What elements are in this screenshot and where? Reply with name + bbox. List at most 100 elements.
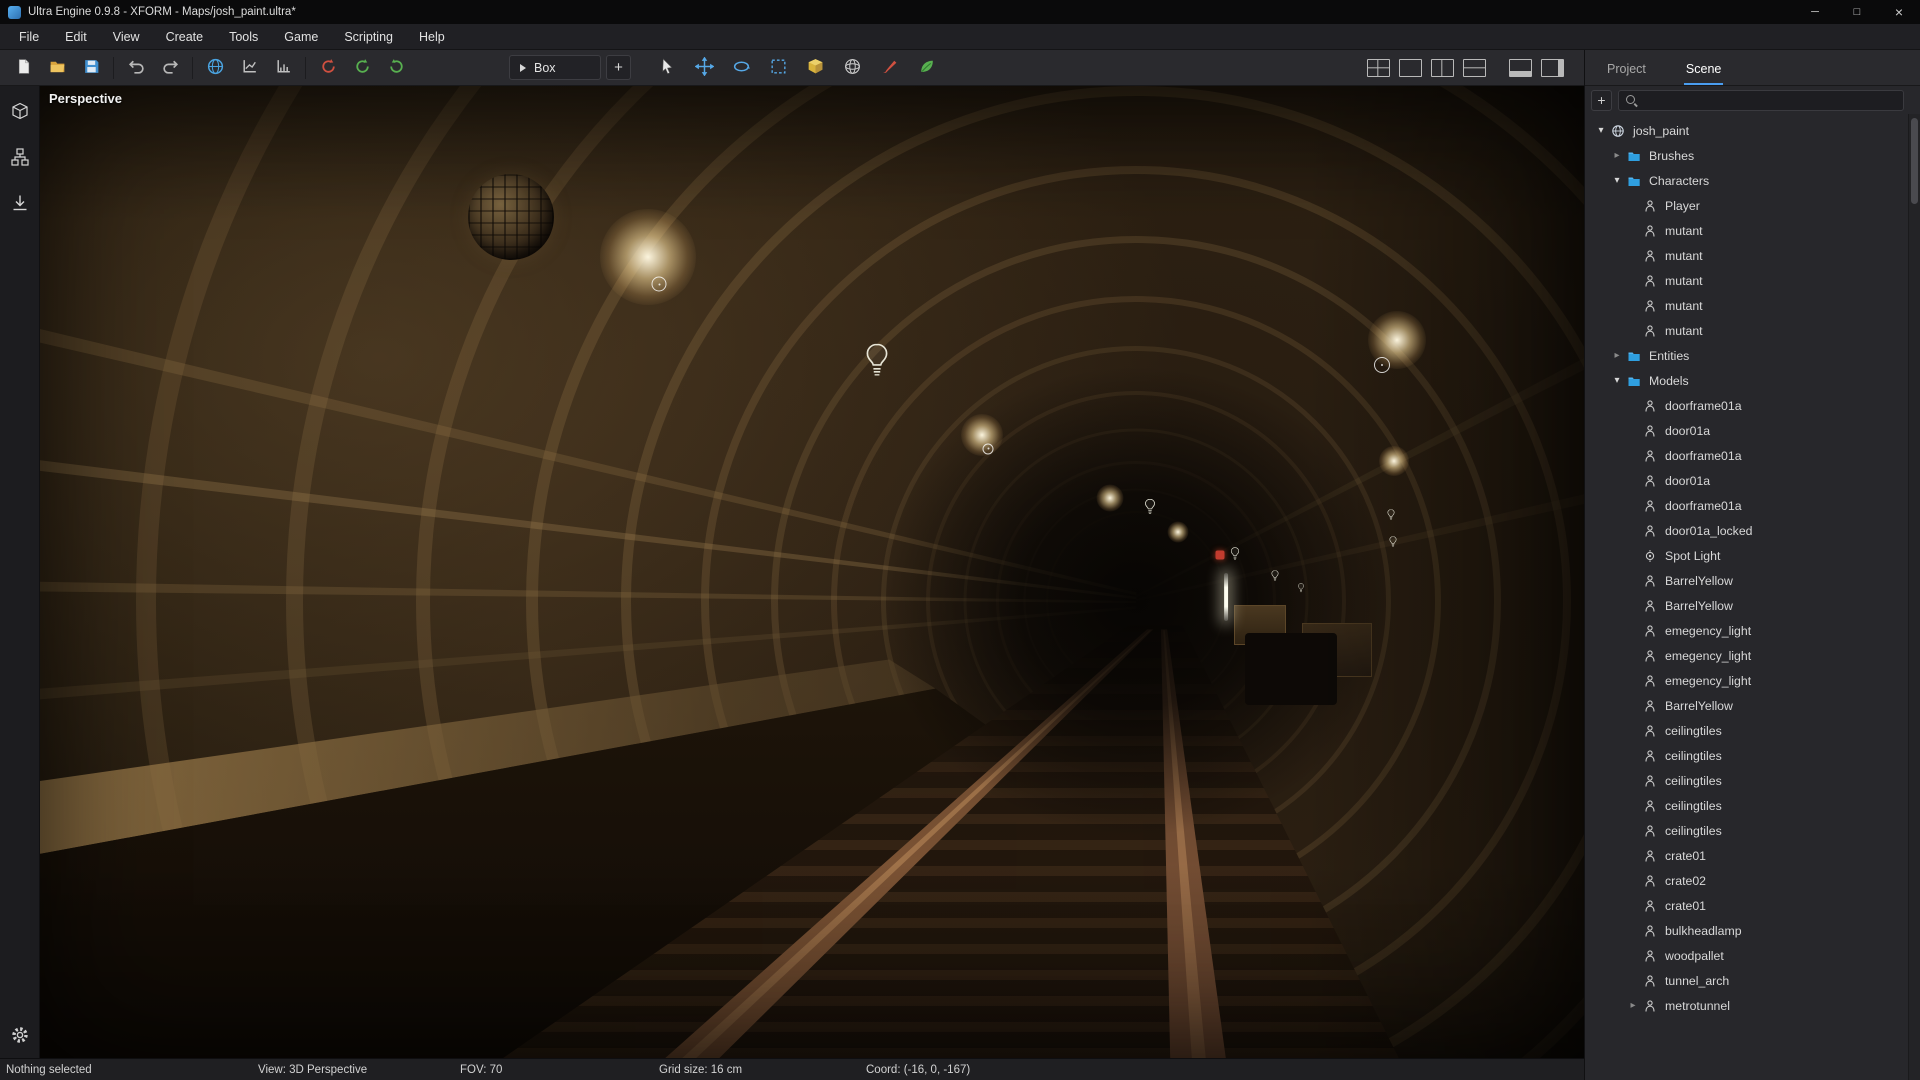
bulb-light-gizmo[interactable]: [1388, 536, 1396, 548]
tree-item-door01a[interactable]: door01a: [1585, 418, 1920, 443]
glow-light-gizmo[interactable]: [1096, 485, 1123, 512]
redo-button[interactable]: [153, 54, 187, 82]
tree-item-door01a_locked[interactable]: door01a_locked: [1585, 518, 1920, 543]
rotate-tool-button[interactable]: [723, 54, 760, 82]
tree-item-emegency_light[interactable]: emegency_light: [1585, 668, 1920, 693]
scene-tree-scrollbar[interactable]: [1908, 114, 1920, 1080]
glow-light-gizmo[interactable]: [600, 209, 696, 305]
add-entity-button[interactable]: +: [1591, 90, 1612, 111]
add-primitive-button[interactable]: +: [606, 55, 631, 80]
menu-edit[interactable]: Edit: [52, 30, 100, 44]
tree-item-crate01[interactable]: crate01: [1585, 893, 1920, 918]
tree-item-mutant[interactable]: mutant: [1585, 243, 1920, 268]
toggle-bottom-panel-button[interactable]: [1504, 54, 1536, 82]
save-button[interactable]: [74, 54, 108, 82]
tree-item-spot-light[interactable]: Spot Light: [1585, 543, 1920, 568]
viewport-3d[interactable]: Perspective: [40, 86, 1584, 1058]
paint-tool-button[interactable]: [871, 54, 908, 82]
tree-collapsed-arrow-icon[interactable]: ▸: [1609, 150, 1625, 161]
grid-snap-button[interactable]: [232, 54, 266, 82]
import-button[interactable]: [9, 194, 31, 216]
foliage-tool-button[interactable]: [908, 54, 945, 82]
tree-item-mutant[interactable]: mutant: [1585, 218, 1920, 243]
rotate-z-button[interactable]: [379, 54, 413, 82]
tree-item-ceilingtiles[interactable]: ceilingtiles: [1585, 793, 1920, 818]
wireframe-sphere-button[interactable]: [834, 54, 871, 82]
menu-game[interactable]: Game: [271, 30, 331, 44]
csg-box-button[interactable]: [797, 54, 834, 82]
tree-expanded-arrow-icon[interactable]: ▾: [1593, 125, 1609, 136]
bulb-light-gizmo[interactable]: [1271, 570, 1279, 582]
tree-item-doorframe01a[interactable]: doorframe01a: [1585, 493, 1920, 518]
tree-item-crate02[interactable]: crate02: [1585, 868, 1920, 893]
tree-item-bulkheadlamp[interactable]: bulkheadlamp: [1585, 918, 1920, 943]
toggle-right-panel-button[interactable]: [1536, 54, 1568, 82]
tree-item-barrelyellow[interactable]: BarrelYellow: [1585, 568, 1920, 593]
menu-file[interactable]: File: [6, 30, 52, 44]
ring-light-gizmo[interactable]: [1374, 357, 1390, 373]
angle-snap-button[interactable]: [266, 54, 300, 82]
tree-item-woodpallet[interactable]: woodpallet: [1585, 943, 1920, 968]
glow-light-gizmo[interactable]: [1379, 446, 1409, 476]
close-button[interactable]: ×: [1878, 0, 1920, 24]
tree-item-ceilingtiles[interactable]: ceilingtiles: [1585, 768, 1920, 793]
layout-single-button[interactable]: [1394, 54, 1426, 82]
tree-item-josh_paint[interactable]: ▾josh_paint: [1585, 118, 1920, 143]
tree-item-door01a[interactable]: door01a: [1585, 468, 1920, 493]
layout-split-horizontal-button[interactable]: [1458, 54, 1490, 82]
tube-light-gizmo[interactable]: [1224, 573, 1228, 621]
select-tool-button[interactable]: [649, 54, 686, 82]
bulb-light-gizmo[interactable]: [864, 343, 889, 379]
new-file-button[interactable]: [6, 54, 40, 82]
tree-item-player[interactable]: Player: [1585, 193, 1920, 218]
tree-item-metrotunnel[interactable]: ▸metrotunnel: [1585, 993, 1920, 1018]
tree-item-models[interactable]: ▾Models: [1585, 368, 1920, 393]
tab-scene[interactable]: Scene: [1684, 62, 1723, 85]
tree-item-brushes[interactable]: ▸Brushes: [1585, 143, 1920, 168]
maximize-button[interactable]: □: [1836, 0, 1878, 24]
primitive-type-dropdown[interactable]: Box: [509, 55, 601, 80]
ring-light-gizmo[interactable]: [652, 277, 667, 292]
scene-search-box[interactable]: [1618, 90, 1904, 111]
tree-item-mutant[interactable]: mutant: [1585, 268, 1920, 293]
tree-item-ceilingtiles[interactable]: ceilingtiles: [1585, 743, 1920, 768]
tree-item-characters[interactable]: ▾Characters: [1585, 168, 1920, 193]
rotate-y-button[interactable]: [345, 54, 379, 82]
scrollbar-thumb[interactable]: [1911, 118, 1918, 204]
minimize-button[interactable]: ─: [1794, 0, 1836, 24]
menu-scripting[interactable]: Scripting: [331, 30, 406, 44]
tree-item-barrelyellow[interactable]: BarrelYellow: [1585, 593, 1920, 618]
undo-button[interactable]: [119, 54, 153, 82]
tab-project[interactable]: Project: [1605, 62, 1648, 85]
ring-light-gizmo[interactable]: [983, 443, 994, 454]
tree-item-ceilingtiles[interactable]: ceilingtiles: [1585, 718, 1920, 743]
tree-item-barrelyellow[interactable]: BarrelYellow: [1585, 693, 1920, 718]
bulb-light-gizmo[interactable]: [1144, 498, 1156, 515]
menu-view[interactable]: View: [100, 30, 153, 44]
menu-create[interactable]: Create: [153, 30, 217, 44]
object-mode-button[interactable]: [9, 102, 31, 124]
cage-light-gizmo[interactable]: [468, 174, 554, 260]
hierarchy-panel-button[interactable]: [9, 148, 31, 170]
tree-item-doorframe01a[interactable]: doorframe01a: [1585, 443, 1920, 468]
tree-item-tunnel_arch[interactable]: tunnel_arch: [1585, 968, 1920, 993]
tree-item-emegency_light[interactable]: emegency_light: [1585, 618, 1920, 643]
tree-collapsed-arrow-icon[interactable]: ▸: [1609, 350, 1625, 361]
tree-item-mutant[interactable]: mutant: [1585, 293, 1920, 318]
tree-item-crate01[interactable]: crate01: [1585, 843, 1920, 868]
tree-item-emegency_light[interactable]: emegency_light: [1585, 643, 1920, 668]
menu-help[interactable]: Help: [406, 30, 458, 44]
bulb-light-gizmo[interactable]: [1230, 547, 1240, 561]
tree-item-doorframe01a[interactable]: doorframe01a: [1585, 393, 1920, 418]
tree-item-ceilingtiles[interactable]: ceilingtiles: [1585, 818, 1920, 843]
web-globe-button[interactable]: [198, 54, 232, 82]
menu-tools[interactable]: Tools: [216, 30, 271, 44]
marquee-select-button[interactable]: [760, 54, 797, 82]
tree-expanded-arrow-icon[interactable]: ▾: [1609, 375, 1625, 386]
move-tool-button[interactable]: [686, 54, 723, 82]
tree-item-entities[interactable]: ▸Entities: [1585, 343, 1920, 368]
tree-collapsed-arrow-icon[interactable]: ▸: [1625, 1000, 1641, 1011]
settings-button[interactable]: [9, 1026, 31, 1048]
tree-expanded-arrow-icon[interactable]: ▾: [1609, 175, 1625, 186]
bulb-light-gizmo[interactable]: [1298, 583, 1305, 593]
